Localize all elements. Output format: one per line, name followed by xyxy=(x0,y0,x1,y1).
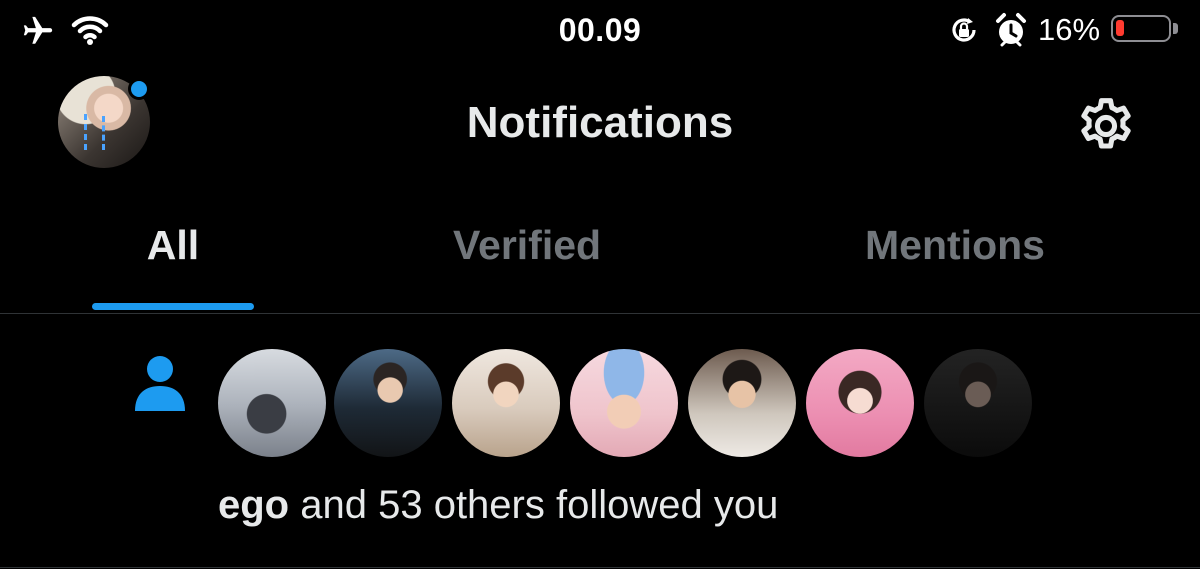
unread-indicator-dot xyxy=(128,78,150,100)
follower-avatar[interactable] xyxy=(570,349,678,457)
status-bar: 00.09 16% xyxy=(0,0,1200,64)
page-title: Notifications xyxy=(466,98,734,147)
notification-item[interactable]: ego and 53 others followed you xyxy=(0,315,1200,569)
battery-icon xyxy=(1111,15,1171,42)
follower-avatar[interactable] xyxy=(452,349,560,457)
follower-avatar[interactable] xyxy=(806,349,914,457)
divider xyxy=(0,567,1200,568)
follower-avatar[interactable] xyxy=(218,349,326,457)
alarm-icon xyxy=(996,13,1026,47)
active-tab-indicator xyxy=(92,303,254,310)
notification-message: and 53 others followed you xyxy=(289,483,779,527)
tab-all[interactable]: All xyxy=(92,222,254,269)
header: Notifications xyxy=(0,64,1200,182)
tab-verified[interactable]: Verified xyxy=(400,222,654,269)
battery-cap xyxy=(1173,23,1178,34)
battery-percent: 16% xyxy=(1038,12,1101,47)
follower-avatar[interactable] xyxy=(924,349,1032,457)
battery-level-fill xyxy=(1116,20,1124,36)
follower-avatar[interactable] xyxy=(688,349,796,457)
notification-text: ego and 53 others followed you xyxy=(218,483,778,528)
rotation-lock-icon xyxy=(952,18,976,42)
person-icon xyxy=(135,356,185,411)
tab-mentions[interactable]: Mentions xyxy=(820,222,1090,269)
follower-avatar[interactable] xyxy=(334,349,442,457)
tab-bar: All Verified Mentions xyxy=(0,182,1200,314)
actor-name[interactable]: ego xyxy=(218,483,289,527)
gear-icon[interactable] xyxy=(1074,94,1138,158)
